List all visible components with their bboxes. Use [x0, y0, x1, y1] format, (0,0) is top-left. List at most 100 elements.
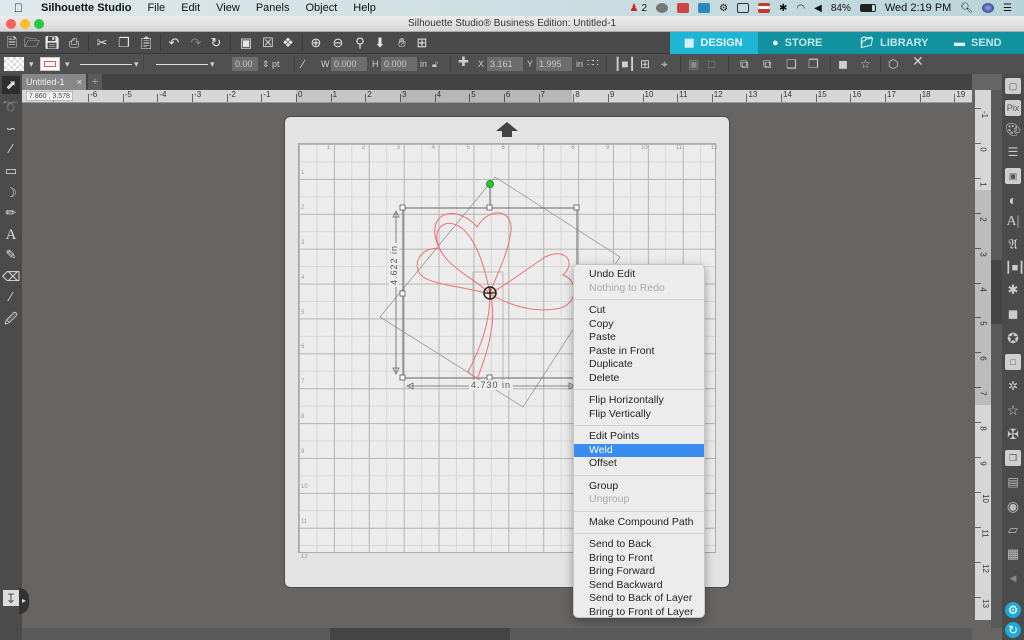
knife-tool-icon[interactable]: ∕: [2, 288, 20, 306]
app-status-icon[interactable]: [698, 3, 711, 13]
zoom-window-button[interactable]: [34, 19, 44, 29]
menu-item-bring-to-front-of-layer[interactable]: Bring to Front of Layer: [574, 606, 704, 620]
spotlight-search-icon[interactable]: 🔍︎: [960, 3, 973, 14]
fill-palette-icon[interactable]: 🎨︎: [1005, 122, 1022, 138]
cut-icon[interactable]: ✂: [94, 35, 110, 51]
zoom-out-icon[interactable]: ⊖: [330, 35, 346, 51]
bring-to-front-icon[interactable]: ⧉: [740, 57, 749, 71]
tab-send[interactable]: ▬ SEND: [940, 32, 1024, 54]
apple-menu-icon[interactable]: : [0, 1, 33, 15]
replicate-panel-icon[interactable]: ✱: [1005, 282, 1021, 298]
zoom-in-icon[interactable]: ⊕: [308, 35, 324, 51]
bring-forward-icon[interactable]: ❏: [786, 57, 797, 71]
expand-library-toggle[interactable]: ▸: [19, 588, 29, 614]
menu-item-send-to-back-of-layer[interactable]: Send to Back of Layer: [574, 592, 704, 606]
modify-icon[interactable]: ◼: [1005, 306, 1021, 322]
close-tab-icon[interactable]: ×: [77, 74, 82, 90]
text-to-path-icon[interactable]: 𝔄: [1005, 236, 1021, 252]
settings-gear-icon[interactable]: ⚙: [1005, 602, 1021, 618]
redraw-icon[interactable]: ↻: [208, 35, 224, 51]
creative-cloud-icon[interactable]: [656, 3, 669, 13]
rotate-handle[interactable]: [486, 180, 494, 188]
delete-x-icon[interactable]: ✕: [912, 54, 924, 68]
vertical-scroll-thumb[interactable]: [991, 260, 1002, 324]
print-icon[interactable]: ⎙: [66, 35, 82, 51]
screen-icon[interactable]: [737, 3, 750, 13]
menu-panels[interactable]: Panels: [248, 0, 298, 16]
menu-item-paste-in-front[interactable]: Paste in Front: [574, 345, 704, 359]
copy-icon[interactable]: ❐: [116, 35, 132, 51]
rectangle-tool-icon[interactable]: ▭: [2, 162, 20, 180]
vertical-scrollbar[interactable]: [991, 90, 1002, 628]
fill-swatch[interactable]: [4, 57, 24, 71]
flag-us-icon[interactable]: [758, 3, 771, 13]
deselect-icon[interactable]: ☒: [260, 35, 276, 51]
add-tab-button[interactable]: +: [88, 74, 102, 90]
text-tool-icon[interactable]: A: [2, 226, 20, 244]
siri-icon[interactable]: [982, 3, 995, 13]
collapse-panel-icon[interactable]: ◀: [1005, 570, 1021, 586]
lock-aspect-icon[interactable]: 🔓︎: [432, 57, 438, 71]
warp-icon[interactable]: ▦: [1005, 546, 1021, 562]
line-style-icon[interactable]: ☰: [1005, 144, 1021, 160]
layers-icon[interactable]: ❐: [1005, 450, 1021, 466]
line-width-input[interactable]: 0.00: [232, 57, 258, 71]
x-position-input[interactable]: 3.161: [487, 57, 523, 71]
offset-panel-icon[interactable]: ✪: [1005, 330, 1021, 346]
center-crosshair-icon[interactable]: [483, 286, 497, 300]
line-width-stepper[interactable]: ⇕: [262, 57, 270, 71]
zoom-select-icon[interactable]: ⚲: [352, 35, 368, 51]
paste-icon[interactable]: 📋︎: [138, 35, 155, 51]
select-arrow-tool-icon[interactable]: ⬈: [2, 76, 20, 94]
tab-store[interactable]: ● STORE: [758, 32, 846, 54]
line-tool-icon[interactable]: ∕: [2, 140, 20, 158]
line-style-dropdown[interactable]: ▾: [76, 57, 144, 71]
new-file-icon[interactable]: 🗎︎: [4, 35, 20, 51]
battery-percent[interactable]: 84%: [831, 3, 851, 14]
menu-item-bring-to-front[interactable]: Bring to Front: [574, 552, 704, 566]
text-style-icon[interactable]: A|: [1005, 214, 1021, 230]
menu-item-cut[interactable]: Cut: [574, 304, 704, 318]
ungroup-icon[interactable]: □: [708, 57, 715, 71]
tab-library[interactable]: 📁︎ LIBRARY: [846, 32, 940, 54]
sketch-tool-icon[interactable]: ✎: [2, 246, 20, 264]
line-color-swatch[interactable]: [40, 57, 60, 71]
menu-item-send-backward[interactable]: Send Backward: [574, 579, 704, 593]
menu-view[interactable]: View: [208, 0, 248, 16]
nesting-icon[interactable]: ◉: [1005, 498, 1021, 514]
bezier-tool-icon[interactable]: ∽: [2, 120, 20, 138]
menu-item-paste[interactable]: Paste: [574, 331, 704, 345]
menu-item-offset[interactable]: Offset: [574, 457, 704, 471]
menu-item-weld[interactable]: Weld: [574, 443, 704, 457]
page-view-icon[interactable]: ⊞: [414, 35, 430, 51]
menu-item-flip-horizontally[interactable]: Flip Horizontally: [574, 394, 704, 408]
anchor-point-grid-icon[interactable]: ∷∷: [587, 57, 599, 71]
menu-item-bring-forward[interactable]: Bring Forward: [574, 565, 704, 579]
edit-points-tool-icon[interactable]: ➰: [2, 98, 20, 116]
fill-dropdown-icon[interactable]: ▾: [29, 57, 34, 71]
shape-moon-tool-icon[interactable]: ☽: [2, 184, 20, 202]
page-setup-icon[interactable]: ▢: [1005, 78, 1021, 94]
y-position-input[interactable]: 1.995: [536, 57, 572, 71]
send-backward-icon[interactable]: ❐: [808, 57, 819, 71]
bluetooth-icon[interactable]: ✱: [779, 3, 787, 14]
menu-item-make-compound-path[interactable]: Make Compound Path: [574, 516, 704, 530]
redo-icon[interactable]: ↷: [188, 35, 204, 51]
emboss-icon[interactable]: ▱: [1005, 522, 1021, 538]
horizontal-scroll-thumb[interactable]: [330, 628, 510, 640]
close-window-button[interactable]: [6, 19, 16, 29]
wifi-icon[interactable]: ◠: [796, 3, 805, 14]
puzzle-icon[interactable]: ✠: [1005, 426, 1021, 442]
battery-icon[interactable]: [859, 4, 876, 12]
dropbox-icon[interactable]: [677, 3, 690, 13]
open-folder-icon[interactable]: 🗁︎: [24, 35, 40, 51]
menu-item-undo-edit[interactable]: Undo Edit: [574, 268, 704, 282]
menu-object[interactable]: Object: [297, 0, 345, 16]
menu-item-send-to-back[interactable]: Send to Back: [574, 538, 704, 552]
tab-design[interactable]: ▦ DESIGN: [670, 32, 758, 54]
sketch-panel-icon[interactable]: ✲: [1005, 378, 1021, 394]
minimize-window-button[interactable]: [20, 19, 30, 29]
eyedropper-tool-icon[interactable]: 🖉︎: [2, 310, 20, 328]
align-panel-icon[interactable]: ┃■┃: [1005, 260, 1024, 276]
transparency-icon[interactable]: ◐: [1005, 192, 1021, 208]
